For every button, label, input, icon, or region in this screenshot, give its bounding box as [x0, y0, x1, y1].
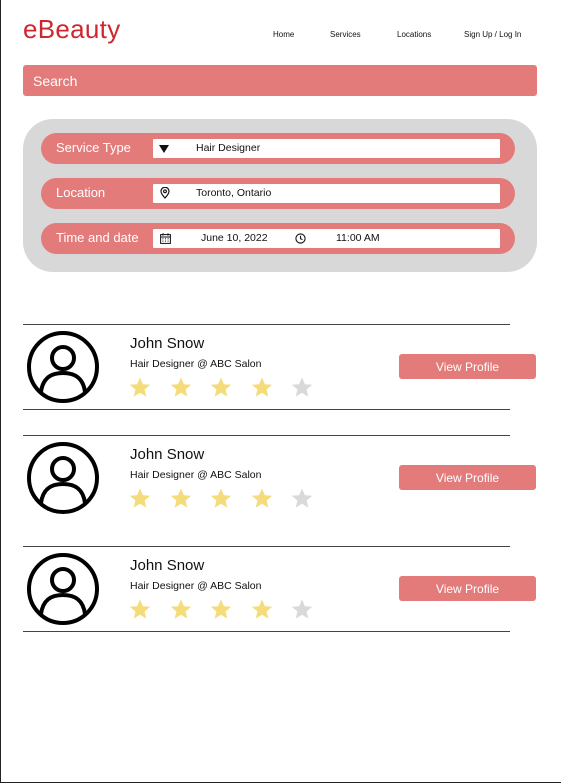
stylist-role: Hair Designer @ ABC Salon	[130, 358, 262, 370]
stylist-role: Hair Designer @ ABC Salon	[130, 580, 262, 592]
nav-home[interactable]: Home	[273, 30, 294, 39]
time-and-date-field[interactable]: June 10, 2022 11:00 AM	[153, 229, 500, 248]
stylist-name[interactable]: John Snow	[130, 446, 204, 463]
divider	[23, 631, 510, 632]
star-filled-icon	[168, 598, 194, 620]
time-and-date-label: Time and date	[56, 230, 139, 245]
calendar-icon[interactable]	[160, 233, 171, 247]
dropdown-triangle-icon	[159, 144, 169, 156]
search-input[interactable]	[23, 65, 537, 96]
clock-icon[interactable]	[295, 233, 306, 247]
star-filled-icon	[168, 376, 194, 398]
divider	[23, 409, 510, 410]
result-card: John Snow Hair Designer @ ABC Salon View…	[23, 435, 537, 521]
filter-location: Location Toronto, Ontario	[41, 178, 515, 209]
star-filled-icon	[249, 487, 275, 509]
view-profile-button[interactable]: View Profile	[399, 465, 536, 490]
service-type-value: Hair Designer	[196, 142, 261, 154]
star-filled-icon	[249, 376, 275, 398]
star-empty-icon	[289, 376, 315, 398]
date-value: June 10, 2022	[201, 232, 268, 244]
stylist-name[interactable]: John Snow	[130, 557, 204, 574]
service-type-label: Service Type	[56, 140, 131, 155]
star-filled-icon	[127, 376, 153, 398]
filter-service-type: Service Type Hair Designer	[41, 133, 515, 164]
filter-time-and-date: Time and date June 10, 2022 11:00 AM	[41, 223, 515, 254]
nav-signup-login[interactable]: Sign Up / Log In	[464, 30, 521, 39]
avatar-icon[interactable]	[26, 552, 100, 626]
star-filled-icon	[208, 598, 234, 620]
result-card: John Snow Hair Designer @ ABC Salon View…	[23, 324, 537, 410]
star-filled-icon	[127, 487, 153, 509]
filter-panel: Service Type Hair Designer Location Toro…	[23, 119, 537, 272]
location-value: Toronto, Ontario	[196, 187, 272, 199]
star-filled-icon	[208, 487, 234, 509]
location-pin-icon	[160, 186, 170, 202]
star-filled-icon	[208, 376, 234, 398]
stylist-name[interactable]: John Snow	[130, 335, 204, 352]
location-label: Location	[56, 185, 106, 200]
view-profile-button[interactable]: View Profile	[399, 576, 536, 601]
star-empty-icon	[289, 487, 315, 509]
brand-logo[interactable]: eBeauty	[23, 14, 121, 45]
avatar-icon[interactable]	[26, 441, 100, 515]
view-profile-button[interactable]: View Profile	[399, 354, 536, 379]
location-field[interactable]: Toronto, Ontario	[153, 184, 500, 203]
stylist-role: Hair Designer @ ABC Salon	[130, 469, 262, 481]
nav-locations[interactable]: Locations	[397, 30, 431, 39]
time-value: 11:00 AM	[336, 232, 380, 244]
star-filled-icon	[249, 598, 275, 620]
star-filled-icon	[168, 487, 194, 509]
avatar-icon[interactable]	[26, 330, 100, 404]
star-filled-icon	[127, 598, 153, 620]
nav-services[interactable]: Services	[330, 30, 361, 39]
star-empty-icon	[289, 598, 315, 620]
result-card: John Snow Hair Designer @ ABC Salon View…	[23, 546, 537, 632]
service-type-select[interactable]: Hair Designer	[153, 139, 500, 158]
